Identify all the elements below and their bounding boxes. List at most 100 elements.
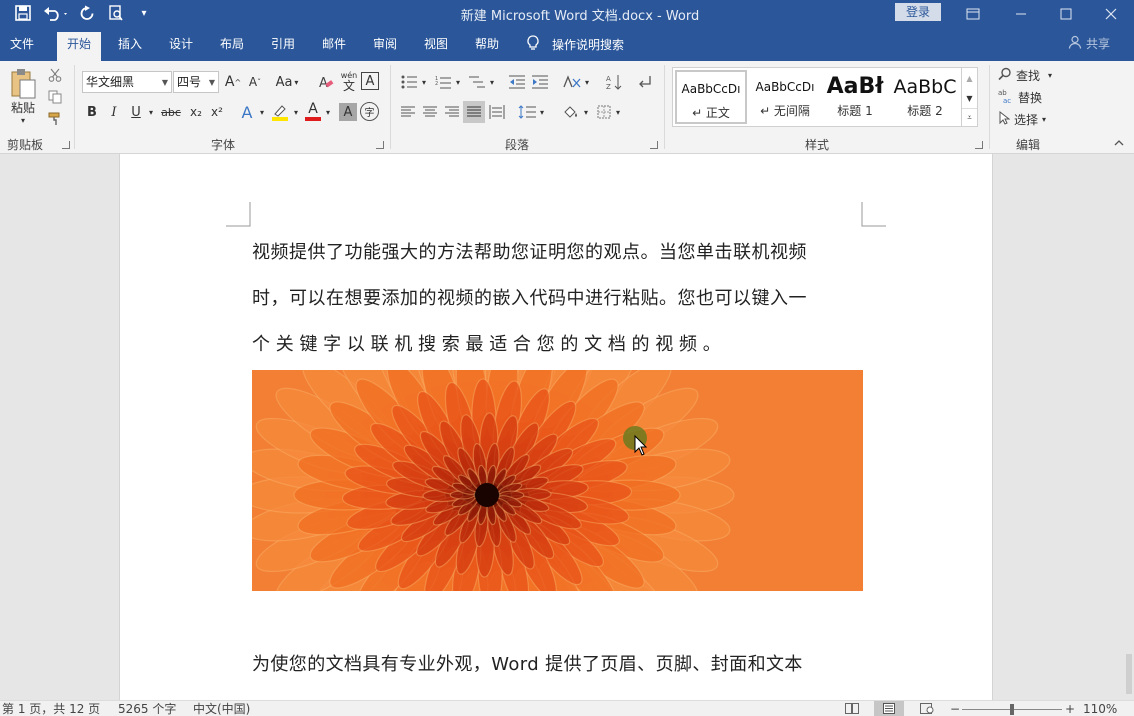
character-shading-button[interactable]: A — [339, 103, 357, 121]
paragraph-line[interactable]: 个 关 键 字 以 联 机 搜 索 最 适 合 您 的 文 档 的 视 频 。 — [252, 330, 864, 356]
clear-formatting-icon[interactable]: A — [316, 71, 336, 93]
subscript-button[interactable]: x₂ — [185, 101, 207, 123]
align-right-icon[interactable] — [442, 101, 462, 123]
multilevel-dropdown-icon[interactable]: ▾ — [487, 71, 497, 93]
minimize-icon[interactable] — [998, 0, 1044, 27]
print-preview-icon[interactable] — [106, 3, 126, 23]
zoom-slider-thumb[interactable] — [1010, 704, 1014, 715]
grow-font-icon[interactable]: A ^ — [223, 71, 243, 93]
font-color-button[interactable]: A — [303, 99, 323, 123]
collapse-ribbon-icon[interactable] — [1112, 137, 1126, 149]
undo-icon[interactable] — [42, 3, 70, 23]
superscript-button[interactable]: x² — [206, 101, 228, 123]
font-color-dropdown-icon[interactable]: ▾ — [322, 101, 334, 123]
save-icon[interactable] — [12, 3, 34, 23]
enclose-characters-button[interactable]: 字 — [360, 102, 379, 121]
justify-icon[interactable] — [463, 101, 485, 123]
font-size-combo[interactable]: 四号 ▼ — [173, 71, 219, 93]
show-formatting-marks-icon[interactable] — [634, 71, 656, 93]
web-layout-icon[interactable] — [920, 703, 934, 716]
increase-indent-icon[interactable] — [529, 71, 551, 93]
more-styles-icon[interactable]: ⩡ — [962, 108, 977, 127]
print-layout-icon[interactable] — [874, 701, 904, 716]
login-button[interactable]: 登录 — [895, 3, 941, 21]
align-left-icon[interactable] — [398, 101, 418, 123]
strikethrough-button[interactable]: abc — [158, 101, 184, 123]
tab-layout[interactable]: 布局 — [210, 33, 254, 61]
tab-help[interactable]: 帮助 — [465, 33, 509, 61]
styles-launcher-icon[interactable] — [975, 141, 983, 149]
document-area[interactable]: 视频提供了功能强大的方法帮助您证明您的观点。当您单击联机视频 时，可以在想要添加… — [0, 154, 1134, 700]
underline-button[interactable]: U — [126, 101, 146, 123]
line-spacing-icon[interactable] — [516, 101, 538, 123]
zoom-level[interactable]: 110% — [1083, 702, 1117, 716]
sort-icon[interactable]: AZ — [603, 71, 625, 93]
format-painter-icon[interactable] — [46, 110, 64, 128]
find-button[interactable]: 查找 ▾ — [998, 65, 1060, 85]
phonetic-guide-button[interactable]: wén 文 — [338, 69, 360, 93]
paste-dropdown-icon[interactable]: ▾ — [16, 115, 30, 125]
clipboard-launcher-icon[interactable] — [62, 141, 70, 149]
highlight-icon[interactable] — [269, 101, 291, 123]
font-name-combo[interactable]: 华文细黑 ▼ — [82, 71, 172, 93]
share-button[interactable]: 共享 — [1068, 35, 1110, 52]
numbering-dropdown-icon[interactable]: ▾ — [453, 71, 463, 93]
numbering-icon[interactable]: 12 — [432, 71, 454, 93]
multilevel-list-icon[interactable] — [466, 71, 488, 93]
style-normal[interactable]: AaBbCcDı ↵ 正文 — [675, 70, 747, 124]
ribbon-display-options-icon[interactable] — [950, 0, 996, 27]
chinese-layout-icon[interactable] — [560, 71, 584, 93]
underline-dropdown-icon[interactable]: ▾ — [145, 101, 157, 123]
language-indicator[interactable]: 中文(中国) — [193, 702, 250, 716]
font-launcher-icon[interactable] — [376, 141, 384, 149]
word-count[interactable]: 5265 个字 — [118, 702, 176, 716]
style-heading-1[interactable]: AaBł 标题 1 — [819, 70, 891, 124]
zoom-out-button[interactable]: − — [950, 702, 960, 716]
borders-icon[interactable] — [594, 101, 614, 123]
character-border-icon[interactable]: A — [361, 72, 379, 90]
tab-design[interactable]: 设计 — [159, 33, 203, 61]
highlight-dropdown-icon[interactable]: ▾ — [290, 101, 302, 123]
scroll-down-icon[interactable]: ▼ — [962, 88, 977, 108]
shrink-font-icon[interactable]: Aˇ — [245, 71, 265, 93]
line-spacing-dropdown-icon[interactable]: ▾ — [537, 101, 547, 123]
distributed-icon[interactable] — [486, 101, 508, 123]
tell-me-search[interactable]: 操作说明搜索 — [526, 32, 624, 56]
tab-insert[interactable]: 插入 — [108, 33, 152, 61]
shading-dropdown-icon[interactable]: ▾ — [581, 101, 591, 123]
borders-dropdown-icon[interactable]: ▾ — [613, 101, 623, 123]
style-no-spacing[interactable]: AaBbCcDı ↵ 无间隔 — [749, 70, 821, 124]
tab-home[interactable]: 开始 — [57, 32, 102, 61]
cut-icon[interactable] — [46, 66, 64, 84]
vertical-scrollbar[interactable] — [1126, 654, 1132, 694]
chinese-layout-dropdown-icon[interactable]: ▾ — [582, 71, 592, 93]
paragraph-line[interactable]: 为使您的文档具有专业外观，Word 提供了页眉、页脚、封面和文本 — [252, 650, 864, 676]
bullets-icon[interactable] — [398, 71, 420, 93]
maximize-icon[interactable] — [1043, 0, 1089, 27]
zoom-in-button[interactable]: + — [1065, 702, 1075, 716]
document-page[interactable]: 视频提供了功能强大的方法帮助您证明您的观点。当您单击联机视频 时，可以在想要添加… — [119, 154, 993, 700]
close-icon[interactable] — [1088, 0, 1134, 27]
style-heading-2[interactable]: AaBbC 标题 2 — [889, 70, 961, 124]
change-case-button[interactable]: Aa ▾ — [272, 71, 302, 93]
bold-button[interactable]: B — [82, 101, 102, 123]
flower-image[interactable] — [252, 370, 863, 591]
redo-icon[interactable] — [77, 3, 97, 23]
decrease-indent-icon[interactable] — [506, 71, 528, 93]
select-button[interactable]: 选择 ▾ — [998, 109, 1060, 129]
paragraph-line[interactable]: 视频提供了功能强大的方法帮助您证明您的观点。当您单击联机视频 — [252, 238, 864, 264]
scroll-up-icon[interactable]: ▲ — [962, 68, 977, 88]
paragraph-launcher-icon[interactable] — [650, 141, 658, 149]
text-effects-dropdown-icon[interactable]: ▾ — [256, 101, 268, 123]
tab-review[interactable]: 审阅 — [363, 33, 407, 61]
paragraph-line[interactable]: 时，可以在想要添加的视频的嵌入代码中进行粘贴。您也可以键入一 — [252, 284, 864, 310]
copy-icon[interactable] — [46, 88, 64, 106]
tab-references[interactable]: 引用 — [261, 33, 305, 61]
read-mode-icon[interactable] — [845, 703, 859, 716]
paste-label[interactable]: 粘贴 — [6, 99, 40, 115]
page-count[interactable]: 第 1 页，共 12 页 — [2, 702, 100, 716]
tab-view[interactable]: 视图 — [414, 33, 458, 61]
italic-button[interactable]: I — [104, 101, 124, 123]
shading-icon[interactable] — [560, 101, 582, 123]
customize-quick-access-icon[interactable]: ▾ — [137, 3, 151, 23]
